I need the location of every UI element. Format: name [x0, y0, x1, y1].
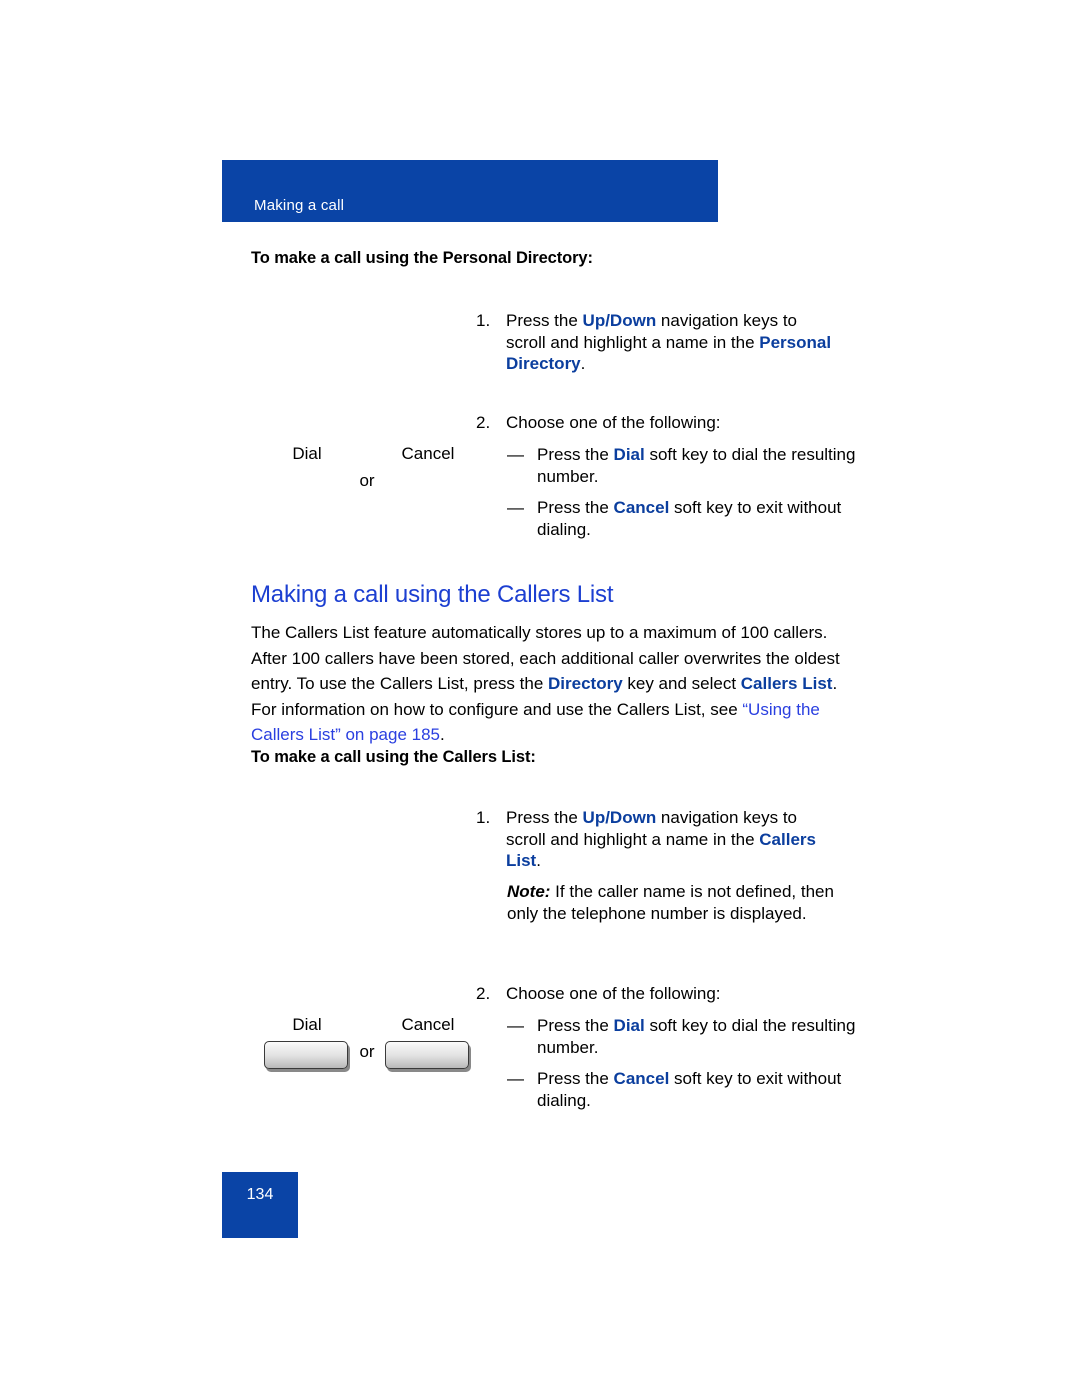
step-item: 2. Choose one of the following: [476, 412, 836, 434]
step-text: Press the Up/Down navigation keys to scr… [506, 807, 836, 872]
em-dash-icon: — [507, 445, 524, 464]
softkey-label-cancel: Cancel [401, 444, 455, 463]
text-run: . [536, 851, 541, 870]
bullet-item: — Press the Cancel soft key to exit with… [507, 497, 867, 540]
section-body-paragraph: The Callers List feature automatically s… [251, 620, 841, 748]
bullet-item: — Press the Cancel soft key to exit with… [507, 1068, 867, 1111]
bullet-item: — Press the Dial soft key to dial the re… [507, 1015, 867, 1058]
text-run: Press the [537, 1016, 614, 1035]
text-run: Press the [537, 445, 614, 464]
note-block: Note: If the caller name is not defined,… [507, 881, 867, 924]
bullet-text: Press the Cancel soft key to exit withou… [537, 1068, 867, 1111]
bullet-text: Press the Cancel soft key to exit withou… [537, 497, 867, 540]
softkey-or-label: or [359, 1042, 375, 1061]
em-dash-icon: — [507, 1069, 524, 1088]
term-emphasis: Up/Down [582, 808, 657, 827]
bullet-text: Press the Dial soft key to dial the resu… [537, 444, 867, 487]
page-number-block: 134 [222, 1172, 298, 1238]
em-dash-icon: — [507, 498, 524, 517]
term-emphasis: Cancel [613, 498, 670, 517]
text-run: Press the [506, 808, 583, 827]
page-number: 134 [246, 1186, 274, 1203]
term-emphasis: Dial [613, 1016, 645, 1035]
procedure-heading-callers-list: To make a call using the Callers List: [251, 748, 536, 766]
procedure-heading-personal-directory: To make a call using the Personal Direct… [251, 249, 593, 267]
step-item: 1. Press the Up/Down navigation keys to … [476, 310, 836, 375]
term-emphasis: Up/Down [582, 311, 657, 330]
step-number: 1. [476, 808, 491, 827]
note-text: If the caller name is not defined, then … [507, 882, 834, 923]
step-text: Press the Up/Down navigation keys to scr… [506, 310, 836, 375]
bullet-item: — Press the Dial soft key to dial the re… [507, 444, 867, 487]
text-run: Press the [537, 1069, 614, 1088]
text-run: key and select [622, 674, 741, 693]
step-text: Choose one of the following: [506, 412, 836, 434]
em-dash-icon: — [507, 1016, 524, 1035]
bullet-text: Press the Dial soft key to dial the resu… [537, 1015, 867, 1058]
softkey-button-cancel[interactable] [385, 1041, 469, 1069]
step-number: 2. [476, 413, 491, 432]
text-run: Choose one of the following: [506, 413, 721, 432]
softkey-or-label: or [359, 471, 375, 490]
softkey-button-dial[interactable] [264, 1041, 348, 1069]
text-run: . [580, 354, 586, 373]
term-emphasis: Directory [548, 674, 623, 693]
step-number: 2. [476, 984, 491, 1003]
section-heading-callers-list: Making a call using the Callers List [251, 581, 614, 608]
text-run: Press the [537, 498, 614, 517]
step-item: 1. Press the Up/Down navigation keys to … [476, 807, 836, 872]
running-header-title: Making a call [254, 197, 345, 214]
term-emphasis: Cancel [613, 1069, 670, 1088]
note-label: Note: [507, 882, 551, 901]
term-emphasis: Callers List [740, 674, 833, 693]
text-run: Choose one of the following: [506, 984, 721, 1003]
softkey-label-dial: Dial [292, 1015, 322, 1034]
text-run: . [440, 725, 445, 744]
softkey-label-cancel: Cancel [401, 1015, 455, 1034]
term-emphasis: Dial [613, 445, 645, 464]
step-text: Choose one of the following: [506, 983, 836, 1005]
step-number: 1. [476, 311, 491, 330]
softkey-label-dial: Dial [292, 444, 322, 463]
running-header-banner: Making a call [222, 160, 718, 222]
text-run: Press the [506, 311, 583, 330]
step-item: 2. Choose one of the following: [476, 983, 836, 1005]
